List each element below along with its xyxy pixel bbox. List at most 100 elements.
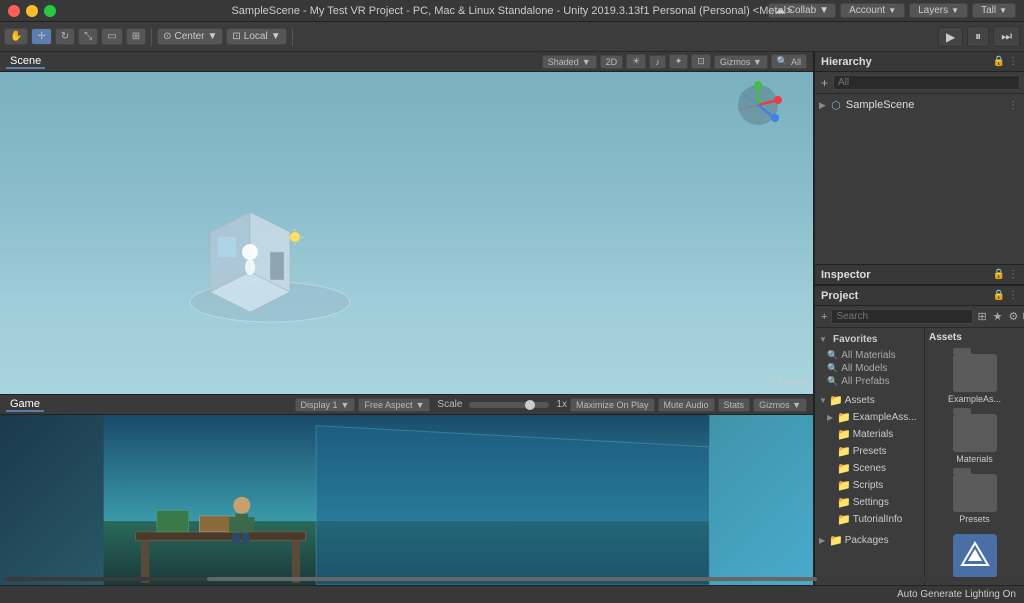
left-panels: Scene Shaded ▼ 2D ☀ ♪ ✦ ⊡ Gizmos ▼ — [0, 52, 814, 585]
proj-fav-materials[interactable]: 🔍 All Materials — [815, 349, 924, 362]
proj-tree-scripts[interactable]: 📁 Scripts — [815, 477, 924, 494]
hierarchy-content: ▶ ⬡ SampleScene ⋮ — [815, 94, 1024, 264]
mute-audio-button[interactable]: Mute Audio — [658, 398, 715, 412]
right-panels: Hierarchy 🔒 ⋮ + ▶ ⬡ SampleScene ⋮ — [814, 52, 1024, 585]
scene-icon: ⬡ — [829, 98, 843, 112]
layout-button[interactable]: Tall ▼ — [972, 3, 1016, 18]
minimize-button[interactable] — [26, 5, 38, 17]
proj-tree-scenes[interactable]: 📁 Scenes — [815, 460, 924, 477]
project-assets-grid: Assets ExampleAs... Materials Presets — [925, 328, 1024, 585]
multi-tool-button[interactable]: ⊞ — [126, 28, 146, 45]
hierarchy-panel: Hierarchy 🔒 ⋮ + ▶ ⬡ SampleScene ⋮ — [815, 52, 1024, 265]
titlebar: SampleScene - My Test VR Project - PC, M… — [0, 0, 1024, 22]
proj-fav-models[interactable]: 🔍 All Models — [815, 362, 924, 375]
search-icon-3: 🔍 — [827, 376, 838, 387]
play-button[interactable]: ▶ — [938, 27, 963, 47]
scene-camera-button[interactable]: ⊡ — [691, 54, 711, 69]
proj-tree-example[interactable]: ▶ 📁 ExampleAss... — [815, 409, 924, 426]
world-dropdown[interactable]: ⊡ Local ▼ — [226, 28, 286, 45]
move-tool-button[interactable]: ✛ — [31, 28, 51, 45]
project-title: Project — [821, 290, 858, 302]
game-gizmos-button[interactable]: Gizmos ▼ — [753, 398, 807, 412]
stats-button[interactable]: Stats — [718, 398, 751, 412]
assets-expand-icon: ▼ — [819, 396, 827, 405]
hierarchy-title: Hierarchy — [821, 56, 872, 68]
hierarchy-lock-icon[interactable]: 🔒 — [993, 56, 1005, 67]
presets-folder-large-icon — [953, 474, 997, 512]
pause-button[interactable]: ⏸ — [967, 26, 989, 47]
collab-arrow-icon: ▼ — [819, 5, 829, 16]
project-star-button[interactable]: ★ — [991, 310, 1005, 323]
layout-arrow-icon: ▼ — [999, 6, 1007, 15]
proj-fav-prefabs[interactable]: 🔍 All Prefabs — [815, 375, 924, 388]
project-header: Project 🔒 ⋮ — [815, 286, 1024, 306]
hierarchy-menu-icon[interactable]: ⋮ — [1008, 56, 1018, 67]
scene-tab[interactable]: Scene — [6, 55, 45, 69]
proj-packages-section[interactable]: ▶ 📁 Packages — [815, 532, 924, 549]
main-area: Scene Shaded ▼ 2D ☀ ♪ ✦ ⊡ Gizmos ▼ — [0, 52, 1024, 585]
traffic-lights — [8, 5, 56, 17]
aspect-dropdown[interactable]: Free Aspect ▼ — [358, 398, 430, 412]
scene-expand-arrow-icon: ▶ — [819, 100, 826, 111]
scale-tool-button[interactable]: ⤡ — [78, 28, 98, 45]
shading-dropdown[interactable]: Shaded ▼ — [542, 55, 597, 69]
asset-item-materials[interactable]: Materials — [929, 411, 1020, 467]
statusbar: Auto Generate Lighting On — [0, 585, 1024, 603]
account-button[interactable]: Account ▼ — [840, 3, 905, 18]
project-view-button[interactable]: ⊞ — [975, 310, 988, 323]
project-add-button[interactable]: + — [819, 311, 829, 323]
search-icon-2: 🔍 — [827, 363, 838, 374]
scene-viewport[interactable]: < Persp — [0, 72, 813, 394]
hand-tool-button[interactable]: ✋ — [4, 28, 28, 45]
scene-tab-bar: Scene Shaded ▼ 2D ☀ ♪ ✦ ⊡ Gizmos ▼ — [0, 52, 813, 72]
asset-item-presets[interactable]: Presets — [929, 471, 1020, 527]
rect-tool-button[interactable]: ▭ — [101, 28, 122, 45]
scenes-folder-icon: 📁 — [837, 462, 851, 475]
inspector-title: Inspector — [821, 269, 871, 281]
account-arrow-icon: ▼ — [888, 6, 896, 15]
proj-tree-tutorial[interactable]: 📁 TutorialInfo — [815, 511, 924, 528]
display-dropdown[interactable]: Display 1 ▼ — [295, 398, 356, 412]
layers-button[interactable]: Layers ▼ — [909, 3, 968, 18]
asset-item-unity[interactable] — [929, 531, 1020, 581]
aspect-arrow-icon: ▼ — [415, 400, 424, 410]
step-button[interactable]: ⏭ — [993, 26, 1020, 47]
rotate-tool-button[interactable]: ↻ — [55, 28, 75, 45]
assets-scrollbar[interactable] — [925, 577, 1020, 581]
game-tab[interactable]: Game — [6, 398, 44, 412]
scene-search[interactable]: 🔍 All — [771, 54, 807, 69]
maximize-button[interactable] — [44, 5, 56, 17]
proj-tree-materials[interactable]: 📁 Materials — [815, 426, 924, 443]
inspector-lock-icon[interactable]: 🔒 — [993, 269, 1005, 280]
audio-button[interactable]: ♪ — [649, 55, 666, 69]
project-menu-icon[interactable]: ⋮ — [1008, 290, 1018, 301]
proj-assets-section: ▼ 📁 Assets — [815, 392, 924, 409]
2d-button[interactable]: 2D — [600, 55, 624, 69]
hierarchy-scene-item[interactable]: ▶ ⬡ SampleScene ⋮ — [815, 96, 1024, 114]
fx-button[interactable]: ✦ — [669, 54, 689, 69]
assets-folder-icon: 📁 — [829, 394, 843, 407]
pivot-dropdown[interactable]: < Persp ⊙ Center ▼ — [157, 28, 223, 45]
project-search-input[interactable] — [831, 309, 973, 324]
project-toolbar: + ⊞ ★ ⚙ ⊞11 — [815, 306, 1024, 328]
inspector-menu-icon[interactable]: ⋮ — [1008, 269, 1018, 280]
hierarchy-add-button[interactable]: + — [819, 76, 830, 90]
asset-item-example[interactable]: ExampleAs... — [929, 351, 1020, 407]
example-expand-icon: ▶ — [827, 413, 835, 422]
proj-tree-settings[interactable]: 📁 Settings — [815, 494, 924, 511]
project-settings-icon[interactable]: ⚙ — [1007, 310, 1021, 323]
close-button[interactable] — [8, 5, 20, 17]
hierarchy-search-input[interactable] — [833, 75, 1020, 90]
scale-slider[interactable] — [469, 402, 549, 408]
world-icon: ⊡ — [232, 31, 240, 42]
project-content: ▼ Favorites 🔍 All Materials 🔍 All Models… — [815, 328, 1024, 585]
maximize-on-play-button[interactable]: Maximize On Play — [570, 398, 655, 412]
scene-panel: Scene Shaded ▼ 2D ☀ ♪ ✦ ⊡ Gizmos ▼ — [0, 52, 813, 395]
project-lock-icon[interactable]: 🔒 — [993, 290, 1005, 301]
proj-tree-presets[interactable]: 📁 Presets — [815, 443, 924, 460]
gizmos-button[interactable]: Gizmos ▼ — [714, 55, 768, 69]
lighting-button[interactable]: ☀ — [626, 54, 646, 69]
hierarchy-scene-menu[interactable]: ⋮ — [1008, 100, 1018, 111]
game-viewport[interactable] — [0, 415, 813, 585]
display-arrow-icon: ▼ — [341, 400, 350, 410]
